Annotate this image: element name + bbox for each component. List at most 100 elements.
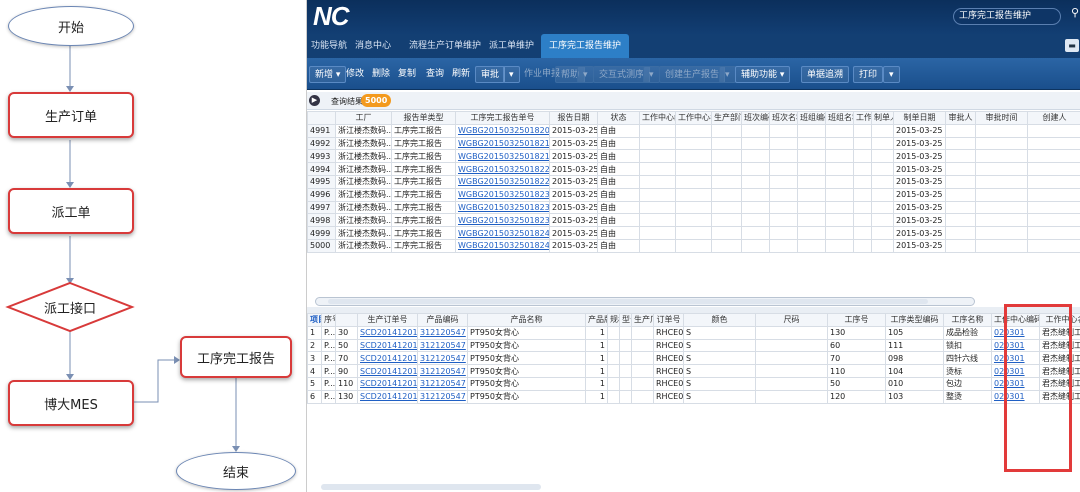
column-header[interactable]: 班组编码 bbox=[797, 111, 826, 125]
column-header[interactable]: 生产厂商 bbox=[631, 313, 654, 327]
link-cell[interactable]: 312120547 bbox=[417, 325, 468, 340]
table-row[interactable]: 4992 浙江楼杰数码... 工序完工报告 WGBG20150325018217 201… bbox=[307, 136, 1080, 151]
link-cell[interactable]: 312120547 bbox=[417, 364, 468, 378]
edit-button[interactable]: 修改 bbox=[341, 66, 369, 83]
report-number-link[interactable]: WGBG20150325018217 bbox=[455, 136, 550, 151]
link-cell[interactable]: SCD2014120100 bbox=[357, 338, 418, 353]
link-cell[interactable]: 312120547 bbox=[417, 351, 468, 366]
table-row[interactable]: 4997 浙江楼杰数码... 工序完工报告 WGBG20150325018232 201… bbox=[307, 200, 1080, 215]
column-header[interactable]: 工序类型编码 bbox=[885, 313, 944, 327]
column-header[interactable]: 报告日期 bbox=[549, 111, 598, 125]
window-menu-icon[interactable]: ▬ bbox=[1065, 39, 1079, 52]
approve-dropdown[interactable]: ▾ bbox=[503, 66, 520, 83]
tab-dispatch-order[interactable]: 派工单维护 bbox=[489, 34, 534, 58]
create-report-dropdown[interactable]: ▾ bbox=[719, 66, 736, 83]
tab-production-order[interactable]: 流程生产订单维护 bbox=[409, 34, 481, 58]
search-input[interactable]: 工序完工报告维护 bbox=[953, 8, 1061, 25]
table-row[interactable]: 4P...90SCD2014120100312120547PT950女背心1 RH… bbox=[307, 364, 1080, 378]
table-row[interactable]: 4999 浙江楼杰数码... 工序完工报告 WGBG20150325018246 201… bbox=[307, 226, 1080, 240]
table-row[interactable]: 3P...70SCD2014120100312120547PT950女背心1RH… bbox=[307, 351, 1080, 366]
link-cell[interactable]: 312120547 bbox=[417, 389, 468, 404]
report-number-link[interactable]: WGBG20150325018232 bbox=[455, 200, 550, 215]
column-header[interactable] bbox=[335, 313, 358, 327]
approve-button[interactable]: 审批 bbox=[475, 66, 506, 83]
tab-completion-report[interactable]: 工序完工报告维护 bbox=[541, 34, 630, 58]
table-row[interactable]: 2P...50SCD2014120100312120547PT950女背心1 RH… bbox=[307, 338, 1080, 353]
trace-button[interactable]: 单据追溯 bbox=[801, 66, 850, 83]
link-cell[interactable]: SCD2014120100 bbox=[357, 351, 418, 366]
create-report-button[interactable]: 创建生产报告 bbox=[659, 66, 726, 83]
report-number-link[interactable]: WGBG20150325018227 bbox=[455, 162, 550, 176]
report-number-link[interactable]: WGBG20150325018228 bbox=[455, 174, 550, 189]
column-header[interactable]: 班次名称 bbox=[769, 111, 798, 125]
table-row[interactable]: 4994 浙江楼杰数码... 工序完工报告 WGBG20150325018227 201… bbox=[307, 162, 1080, 176]
link-cell[interactable]: SCD2014120100 bbox=[357, 376, 418, 391]
column-header[interactable]: 报告单类型 bbox=[391, 111, 456, 125]
column-header[interactable]: 工序名称 bbox=[943, 313, 992, 327]
column-header[interactable]: 项目 bbox=[307, 313, 322, 327]
report-number-link[interactable]: WGBG20150325018246 bbox=[455, 226, 550, 240]
report-number-link[interactable]: WGBG20150325018249 bbox=[455, 238, 550, 253]
collapse-icon[interactable]: ▶ bbox=[309, 95, 320, 106]
column-header[interactable]: 规格 bbox=[607, 313, 620, 327]
column-header[interactable]: 工厂 bbox=[335, 111, 392, 125]
table-row[interactable]: 1P...30SCD2014120100312120547PT950女背心1RH… bbox=[307, 325, 1080, 340]
column-header[interactable]: 工作中心名称 bbox=[675, 111, 712, 125]
column-header[interactable]: 订单号 bbox=[653, 313, 684, 327]
report-number-link[interactable]: WGBG20150325018209 bbox=[455, 123, 550, 138]
column-header[interactable]: 生产订单号 bbox=[357, 313, 418, 327]
table-row[interactable]: 4995 浙江楼杰数码... 工序完工报告 WGBG20150325018228 201… bbox=[307, 174, 1080, 189]
column-header[interactable] bbox=[307, 111, 336, 125]
table-row[interactable]: 4996 浙江楼杰数码... 工序完工报告 WGBG20150325018230 201… bbox=[307, 187, 1080, 202]
column-header[interactable]: 制单日期 bbox=[893, 111, 946, 125]
column-header[interactable]: 班次编码 bbox=[741, 111, 770, 125]
report-number-link[interactable]: WGBG20150325018238 bbox=[455, 213, 550, 228]
horizontal-scrollbar[interactable] bbox=[315, 297, 975, 306]
tab-function-nav[interactable]: 功能导航 bbox=[311, 34, 347, 58]
column-header[interactable]: 状态 bbox=[597, 111, 640, 125]
column-header[interactable]: 工序号 bbox=[827, 313, 886, 327]
table-row[interactable]: 4998 浙江楼杰数码... 工序完工报告 WGBG20150325018238 201… bbox=[307, 213, 1080, 228]
table-row[interactable]: 5P...110SCD2014120100312120547PT950女背心1 R… bbox=[307, 376, 1080, 391]
scrollbar-thumb[interactable] bbox=[328, 299, 928, 304]
column-header[interactable]: 产品版本 bbox=[585, 313, 608, 327]
column-header[interactable]: 尺码 bbox=[755, 313, 828, 327]
report-number-link[interactable]: WGBG20150325018219 bbox=[455, 149, 550, 164]
column-header[interactable]: 创建人 bbox=[1027, 111, 1080, 125]
report-number-link[interactable]: WGBG20150325018230 bbox=[455, 187, 550, 202]
column-header[interactable]: 序号 bbox=[321, 313, 336, 327]
query-button[interactable]: 查询 bbox=[421, 66, 449, 83]
link-cell[interactable]: SCD2014120100 bbox=[357, 325, 418, 340]
column-header[interactable]: 颜色 bbox=[683, 313, 756, 327]
column-header[interactable]: 产品名称 bbox=[467, 313, 586, 327]
print-dropdown[interactable]: ▾ bbox=[883, 66, 900, 83]
interactive-sequence-button[interactable]: 交互式测序 bbox=[593, 66, 651, 83]
column-header[interactable]: 审批时间 bbox=[975, 111, 1028, 125]
assist-dropdown[interactable]: ▾ bbox=[577, 66, 594, 83]
column-header[interactable]: 工序完工报告单号 bbox=[455, 111, 550, 125]
link-cell[interactable]: 312120547 bbox=[417, 338, 468, 353]
delete-button[interactable]: 删除 bbox=[367, 66, 395, 83]
tab-message-center[interactable]: 消息中心 bbox=[355, 34, 391, 58]
table-row[interactable]: 5000 浙江楼杰数码... 工序完工报告 WGBG20150325018249 201… bbox=[307, 238, 1080, 253]
column-header[interactable]: 产品编码 bbox=[417, 313, 468, 327]
aux-functions-button[interactable]: 辅助功能 ▾ bbox=[735, 66, 791, 83]
column-header[interactable]: 工作组 bbox=[853, 111, 872, 125]
table-row[interactable]: 6P...130SCD2014120100312120547PT950女背心1 R… bbox=[307, 389, 1080, 404]
refresh-button[interactable]: 刷新 bbox=[447, 66, 475, 83]
column-header[interactable]: 型号 bbox=[619, 313, 632, 327]
link-cell[interactable]: 312120547 bbox=[417, 376, 468, 391]
link-cell[interactable]: SCD2014120100 bbox=[357, 364, 418, 378]
search-icon[interactable]: ⚲ bbox=[1071, 6, 1079, 19]
interactive-sequence-dropdown[interactable]: ▾ bbox=[643, 66, 660, 83]
column-header[interactable]: 制单人 bbox=[871, 111, 894, 125]
table-row[interactable]: 4993 浙江楼杰数码... 工序完工报告 WGBG20150325018219 201… bbox=[307, 149, 1080, 164]
print-button[interactable]: 打印 bbox=[853, 66, 884, 83]
column-header[interactable]: 工作中心编码 bbox=[639, 111, 676, 125]
link-cell[interactable]: SCD2014120100 bbox=[357, 389, 418, 404]
copy-button[interactable]: 复制 bbox=[393, 66, 421, 83]
column-header[interactable]: 生产部门 bbox=[711, 111, 742, 125]
column-header[interactable]: 审批人 bbox=[945, 111, 976, 125]
column-header[interactable]: 班组名称 bbox=[825, 111, 854, 125]
detail-scrollbar[interactable] bbox=[321, 484, 541, 490]
